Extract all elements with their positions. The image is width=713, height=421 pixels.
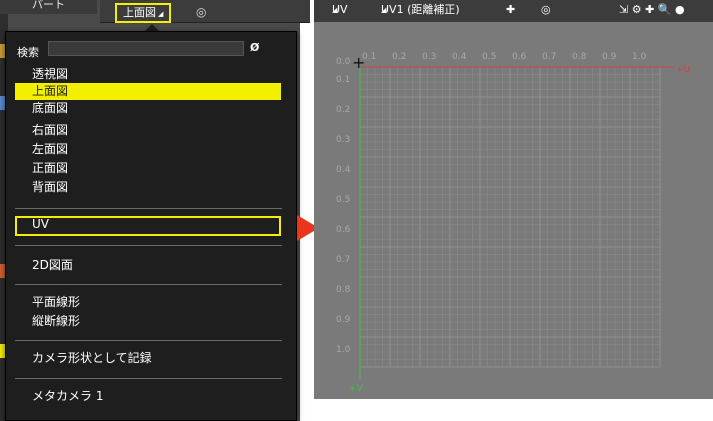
u-tick-label: 0.9 [602,52,617,62]
part-tab[interactable]: パート [0,0,97,14]
v-tick-label: 0.3 [336,135,351,145]
u-tick-label: 1.0 [632,52,647,62]
menu-item-save-camera[interactable]: カメラ形状として記録 [15,350,281,367]
menu-item-plan-linear[interactable]: 平面線形 [15,294,281,311]
u-tick-label: 0.2 [392,52,407,62]
search-label: 検索 [17,46,39,59]
menu-item-front[interactable]: 正面図 [15,160,281,177]
menu-item-top[interactable]: 上面図 [15,83,281,100]
view-dropdown-menu: 検索 Ø 透視図 上面図 底面図 右面図 左面図 正面図 背面図 UV 2D図面… [5,31,297,421]
menu-separator [15,340,282,341]
view-select-label: 上面図 [123,6,156,19]
uv-set-label: UV1 (距離補正) [381,3,460,16]
menu-separator [15,284,282,285]
v-tick-label: 0.4 [336,165,351,175]
menu-item-uv[interactable]: UV [15,216,281,236]
dropdown-triangle-icon: ◢ [381,6,387,14]
v-tick-label: 1.0 [336,345,351,355]
cursor-crosshair-icon: + [352,53,366,72]
uv-viewport[interactable]: 0.1 0.2 0.3 0.4 0.5 0.6 0.7 0.8 0.9 1.0 0.1 0.2 0.3… [314,22,713,399]
origin-label: 0.0 [336,57,351,67]
dropdown-triangle-icon: ◢ [332,6,338,14]
dropdown-triangle-icon: ◢ [158,10,164,18]
v-tick-label: 0.5 [336,195,351,205]
v-tick-label: 0.6 [336,225,351,235]
menu-item-bottom[interactable]: 底面図 [15,100,281,117]
menu-item-left[interactable]: 左面図 [15,141,281,158]
u-tick-label: 0.5 [482,52,497,62]
v-tick-label: 0.7 [336,255,351,265]
view-select-button[interactable]: 上面図 ◢ [115,3,172,23]
v-tick-label: 0.8 [336,285,351,295]
v-tick-label: 0.9 [336,315,351,325]
u-tick-label: 0.8 [572,52,587,62]
menu-item-profile-linear[interactable]: 縦断線形 [15,313,281,330]
v-tick-label: 0.2 [336,105,351,115]
uv-toolbar: UV ◢ UV1 (距離補正) ◢ ✚ ◎ ⇲ ⚙ ✚ 🔍 ● [314,0,713,22]
menu-separator [15,378,282,379]
uv-grid [359,66,674,379]
menu-item-meta-camera[interactable]: メタカメラ 1 [15,388,281,405]
v-tick-label: 0.1 [336,75,351,85]
target-icon[interactable]: ◎ [196,5,206,19]
u-tick-label: 0.7 [542,52,557,62]
u-axis-label: +U [676,65,691,75]
u-tick-label: 0.4 [452,52,467,62]
menu-item-right[interactable]: 右面図 [15,122,281,139]
target-icon[interactable]: ◎ [541,0,551,20]
grid-lines [359,66,674,379]
u-tick-label: 0.3 [422,52,437,62]
menu-separator [15,245,282,246]
search-input[interactable] [48,41,244,56]
menu-item-back[interactable]: 背面図 [15,179,281,196]
view-tools-icons[interactable]: ⇲ ⚙ ✚ 🔍 ● [619,0,685,20]
menu-separator [15,208,282,209]
v-axis-label: +V [349,384,363,394]
menu-item-2d-drawing[interactable]: 2D図面 [15,257,281,274]
menu-item-perspective[interactable]: 透視図 [15,66,281,83]
u-tick-label: 0.6 [512,52,527,62]
pan-icon[interactable]: ✚ [506,0,515,20]
clear-search-icon[interactable]: Ø [250,41,259,54]
